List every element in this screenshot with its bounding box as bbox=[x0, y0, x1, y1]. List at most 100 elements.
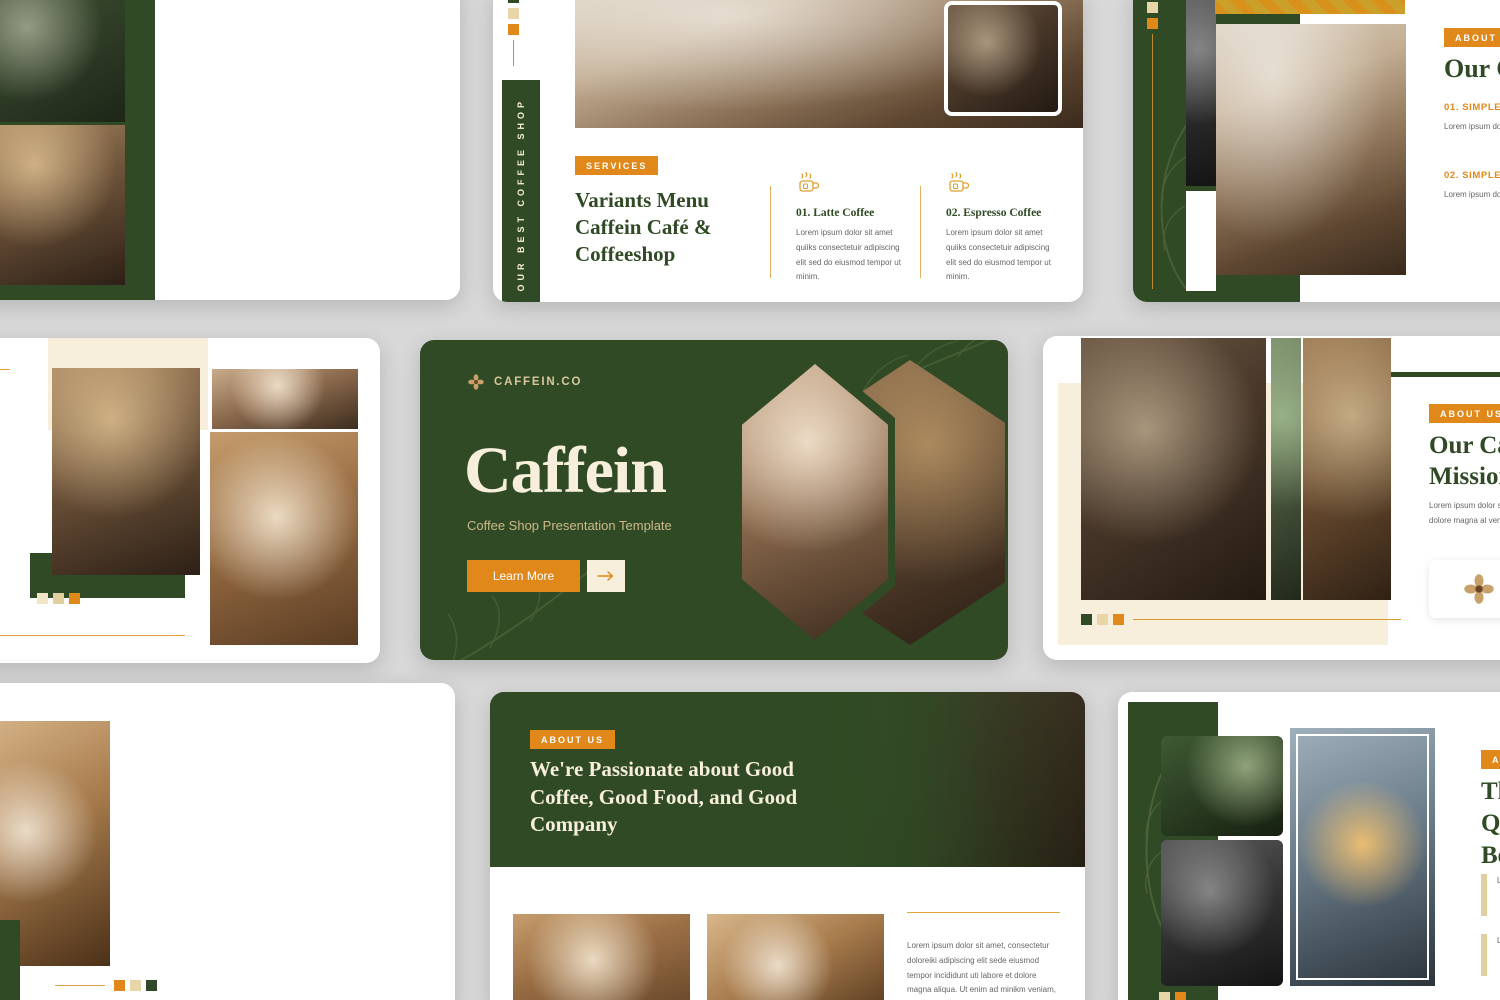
slide-top-left[interactable]: ry Of Our consectetur adipiscing elit se… bbox=[0, 0, 460, 300]
marker-green bbox=[1143, 992, 1154, 1000]
marker-orange bbox=[114, 980, 125, 991]
slide-top-center[interactable]: OUR BEST COFFEE SHOP SERVICES Variants M… bbox=[493, 0, 1083, 302]
service-item-2-title: 02. Espresso Coffee bbox=[946, 207, 1042, 219]
marker-orange bbox=[508, 24, 519, 35]
photo-latte-cookie bbox=[513, 914, 690, 1000]
photo-cafe-overhead bbox=[0, 125, 125, 285]
service-item-1[interactable]: 01. Latte Coffee Lorem ipsum dolor sit a… bbox=[796, 170, 906, 285]
photo-barista-beanie bbox=[1081, 338, 1266, 600]
marker-stack-top-center bbox=[508, 0, 519, 66]
marker-orange bbox=[1175, 992, 1186, 1000]
slide-bottom-center-title: We're Passionate about Good Coffee, Good… bbox=[530, 756, 797, 839]
flower-coffee-bean-icon bbox=[468, 374, 484, 390]
marker-green bbox=[1081, 614, 1092, 625]
marker-row-bottom-left bbox=[55, 980, 157, 991]
slide-mid-right-title: Our Ca Missior bbox=[1429, 430, 1500, 493]
slide-mid-right-paragraph: Lorem ipsum dolor sit am adipiscing elit… bbox=[1429, 501, 1500, 525]
photo-woman-drinking bbox=[210, 432, 358, 645]
swatch-cream bbox=[37, 593, 48, 604]
coffee-cup-steam-icon bbox=[949, 171, 970, 192]
arrow-right-icon bbox=[597, 571, 614, 581]
quote-block-1[interactable]: Lor elit ma bbox=[1481, 874, 1500, 916]
swatch-row bbox=[37, 593, 80, 604]
hero-title: Caffein bbox=[464, 434, 667, 507]
marker-cream bbox=[1159, 992, 1170, 1000]
about-item-2[interactable]: 02. SIMPLE T Lorem ipsum dolor eiusmod t… bbox=[1444, 170, 1500, 203]
title-line-3: Company bbox=[530, 812, 618, 837]
slide-mid-left[interactable] bbox=[0, 338, 380, 663]
marker-cream bbox=[508, 8, 519, 19]
photo-beans-sack bbox=[707, 914, 884, 1000]
slide-bottom-right[interactable]: ABO Th Qu Be Lor elit ma Lor elit ma bbox=[1118, 692, 1500, 1000]
slide-top-right-title: Our C bbox=[1444, 54, 1500, 83]
title-line-2: Caffein Café & bbox=[575, 214, 712, 239]
service-item-1-text: Lorem ipsum dolor sit amet quiiks consec… bbox=[796, 228, 901, 282]
title-line-1: Th bbox=[1481, 778, 1500, 805]
quote-block-2[interactable]: Lor elit ma bbox=[1481, 934, 1500, 976]
title-line-3: Coffeeshop bbox=[575, 241, 676, 266]
marker-row-bottom-right bbox=[1143, 992, 1186, 1000]
title-line-2: Coffee, Good Food, and Good bbox=[530, 784, 798, 809]
about-item-1[interactable]: 01. SIMPLE TI Lorem ipsum dolor eiusmod … bbox=[1444, 102, 1500, 135]
photo-plant-corner bbox=[1271, 338, 1301, 600]
photo-espresso-bar bbox=[1161, 840, 1283, 986]
about-item-1-text: Lorem ipsum dolor eiusmod tempor in mini… bbox=[1444, 122, 1500, 131]
feature-card[interactable] bbox=[1429, 560, 1500, 618]
photo-barista-inset bbox=[944, 1, 1062, 116]
marker-stack-top-right bbox=[1147, 0, 1158, 289]
photo-latte-table bbox=[1303, 338, 1391, 600]
progress-bar[interactable] bbox=[1081, 614, 1401, 625]
coffee-cup-steam-icon bbox=[799, 171, 820, 192]
title-line-2: Missior bbox=[1429, 463, 1500, 491]
service-item-1-title: 01. Latte Coffee bbox=[796, 207, 875, 219]
slide-bottom-left[interactable]: s Menu Café & hop onsectetur doloreiki a… bbox=[0, 683, 455, 1000]
tag-services: SERVICES bbox=[575, 156, 659, 175]
hero-subtitle: Coffee Shop Presentation Template bbox=[467, 518, 672, 533]
marker-green bbox=[508, 0, 519, 3]
title-line-3: Be bbox=[1481, 842, 1500, 869]
title-line-1: Our Ca bbox=[1429, 432, 1500, 459]
about-item-2-text: Lorem ipsum dolor eiusmod tempor in mini… bbox=[1444, 190, 1500, 199]
slide-bottom-right-title: Th Qu Be bbox=[1481, 776, 1500, 872]
swatch-orange bbox=[69, 593, 80, 604]
tag-about-us: ABOUT US bbox=[1444, 28, 1500, 47]
marker-cream bbox=[130, 980, 141, 991]
slide-gallery: ry Of Our consectetur adipiscing elit se… bbox=[0, 0, 1500, 1000]
learn-more-button[interactable]: Learn More bbox=[467, 560, 580, 592]
slide-top-right[interactable]: ABOUT US Our C 01. SIMPLE TI Lorem ipsum… bbox=[1133, 0, 1500, 302]
photo-woman-laptop bbox=[212, 369, 358, 429]
tag-about-us: ABOUT US bbox=[530, 730, 615, 749]
slide-mid-right[interactable]: ABOUT US Our Ca Missior Lorem ipsum dolo… bbox=[1043, 336, 1500, 660]
title-line-1: We're Passionate about Good bbox=[530, 757, 794, 781]
about-item-2-title: 02. SIMPLE T bbox=[1444, 170, 1500, 181]
photo-espresso-portafilter bbox=[1216, 24, 1406, 275]
photo-cafe-lights bbox=[52, 368, 200, 575]
slide-bottom-center[interactable]: ABOUT US We're Passionate about Good Cof… bbox=[490, 692, 1085, 1000]
logo-text: CAFFEIN.CO bbox=[494, 376, 583, 388]
vertical-label-bar: OUR BEST COFFEE SHOP bbox=[502, 80, 540, 302]
slide-top-center-title: Variants Menu Caffein Café & Coffeeshop bbox=[575, 187, 711, 268]
photo-iced-coffee-tray bbox=[1161, 736, 1283, 836]
marker-orange bbox=[1147, 18, 1158, 29]
vertical-label: OUR BEST COFFEE SHOP bbox=[516, 98, 526, 292]
marker-cream bbox=[1147, 2, 1158, 13]
photo-pattern-band bbox=[1215, 0, 1405, 14]
title-line-2: Qu bbox=[1481, 810, 1500, 837]
service-item-2-text: Lorem ipsum dolor sit amet quiiks consec… bbox=[946, 228, 1051, 282]
logo[interactable]: CAFFEIN.CO bbox=[467, 373, 582, 391]
slide-bottom-center-paragraph: Lorem ipsum dolor sit amet, consectetur … bbox=[907, 941, 1056, 995]
photo-machine-left-strip bbox=[1186, 0, 1216, 186]
flower-coffee-bean-icon bbox=[1464, 574, 1494, 604]
service-item-2[interactable]: 02. Espresso Coffee Lorem ipsum dolor si… bbox=[946, 170, 1056, 285]
tag-about-us: ABOUT US bbox=[1429, 404, 1500, 423]
slide-hero[interactable]: CAFFEIN.CO Caffein Coffee Shop Presentat… bbox=[420, 340, 1008, 660]
tag-about-us: ABO bbox=[1481, 750, 1500, 769]
marker-cream bbox=[1097, 614, 1108, 625]
marker-orange bbox=[1113, 614, 1124, 625]
title-line-1: Variants Menu bbox=[575, 188, 709, 212]
arrow-button[interactable] bbox=[587, 560, 625, 592]
about-item-1-title: 01. SIMPLE TI bbox=[1444, 102, 1500, 113]
photo-chemex bbox=[0, 0, 125, 122]
swatch-tan bbox=[53, 593, 64, 604]
marker-green bbox=[146, 980, 157, 991]
